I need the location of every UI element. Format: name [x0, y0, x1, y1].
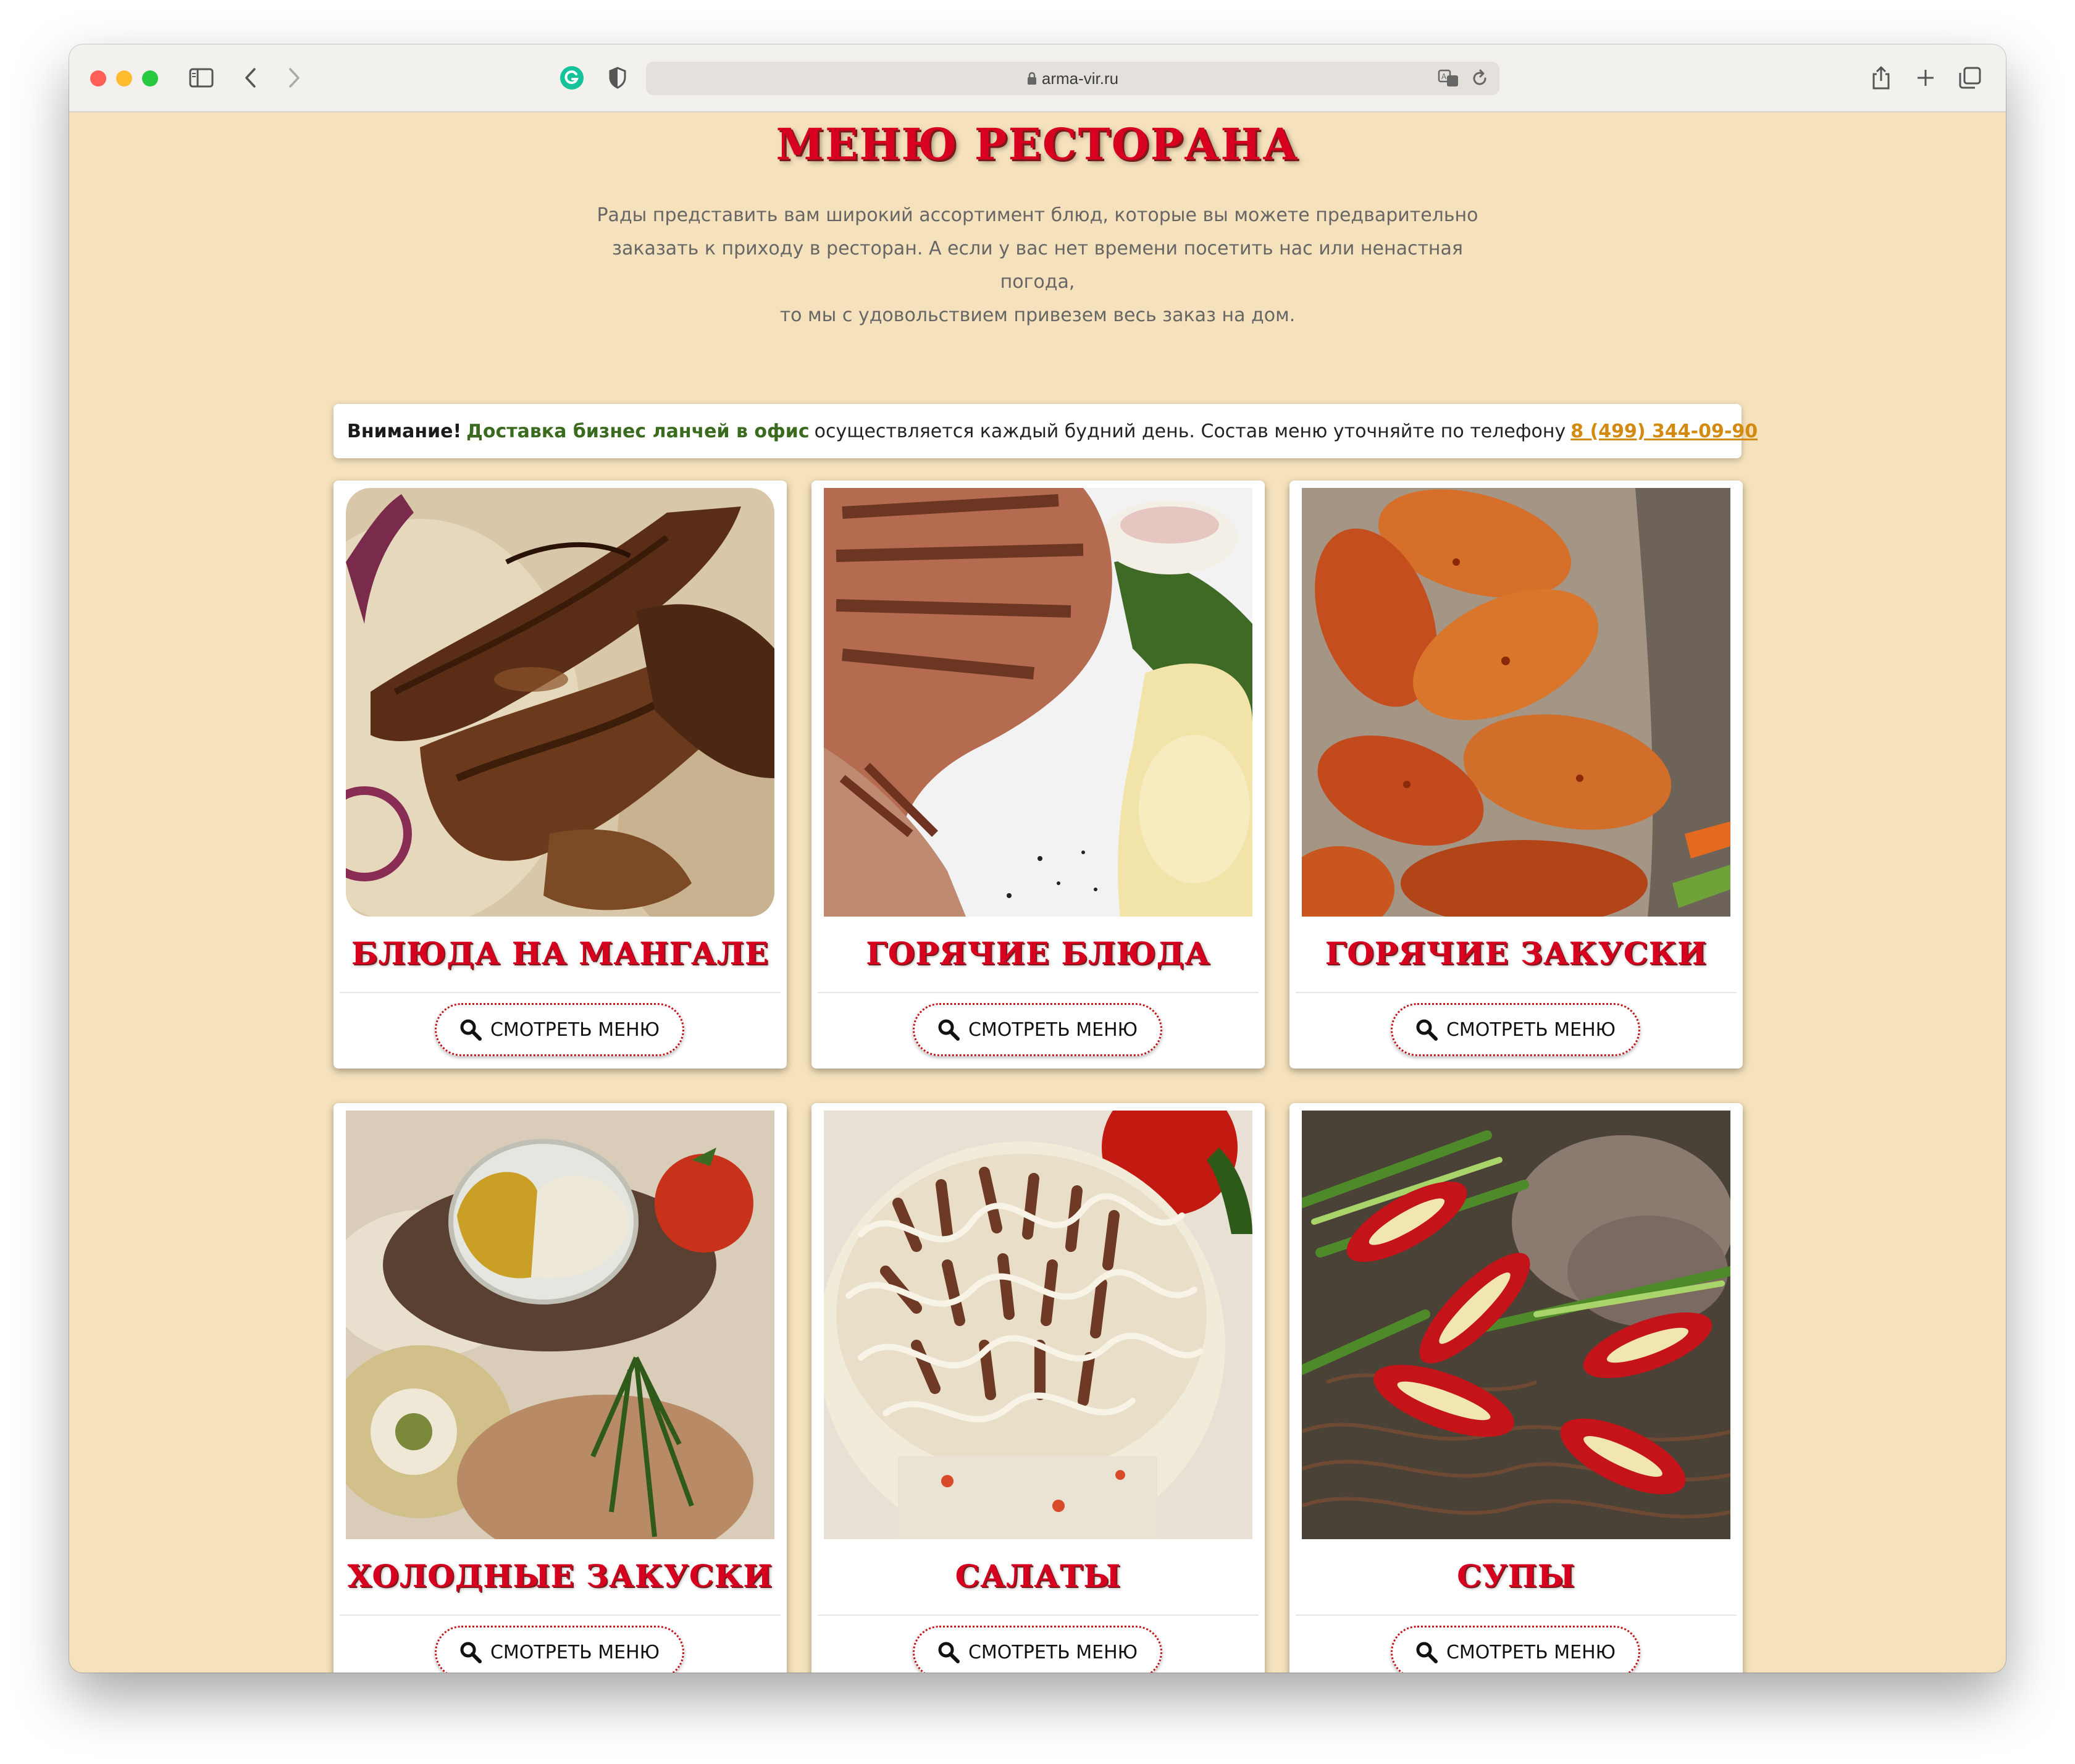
view-menu-label: СМОТРЕТЬ МЕНЮ [1446, 1018, 1616, 1041]
view-menu-button[interactable]: СМОТРЕТЬ МЕНЮ [1391, 1003, 1640, 1056]
card-title: ГОРЯЧИЕ ЗАКУСКИ [1325, 935, 1708, 972]
sidebar-toggle-icon[interactable] [187, 63, 216, 93]
notice-highlight: Доставка бизнес ланчей в офис [466, 420, 810, 442]
grammarly-extension-icon[interactable] [557, 63, 587, 93]
view-menu-label: СМОТРЕТЬ МЕНЮ [968, 1641, 1138, 1663]
soup-photo [1302, 1111, 1730, 1539]
card-title: ХОЛОДНЫЕ ЗАКУСКИ [347, 1558, 773, 1594]
menu-card: СУПЫ СМОТРЕТЬ МЕНЮ [1289, 1103, 1743, 1673]
card-divider [1296, 992, 1737, 993]
search-icon [938, 1642, 960, 1663]
view-menu-button[interactable]: СМОТРЕТЬ МЕНЮ [435, 1003, 684, 1056]
view-menu-label: СМОТРЕТЬ МЕНЮ [1446, 1641, 1616, 1663]
view-menu-button[interactable]: СМОТРЕТЬ МЕНЮ [913, 1003, 1162, 1056]
intro-line: Рады представить вам широкий ассортимент… [597, 204, 1478, 226]
reload-icon[interactable] [1471, 69, 1488, 90]
search-icon [938, 1019, 960, 1041]
view-menu-button[interactable]: СМОТРЕТЬ МЕНЮ [435, 1626, 684, 1673]
grilled-meat-photo [346, 488, 774, 917]
menu-card: ГОРЯЧИЕ ЗАКУСКИ СМОТРЕТЬ МЕНЮ [1289, 481, 1743, 1069]
menu-card: ХОЛОДНЫЕ ЗАКУСКИ СМОТРЕТЬ МЕНЮ [333, 1103, 787, 1673]
close-window-button[interactable] [90, 70, 106, 86]
search-icon [460, 1019, 482, 1041]
new-tab-plus-icon[interactable] [1911, 63, 1940, 93]
search-icon [1416, 1642, 1438, 1663]
card-divider [818, 1615, 1259, 1616]
back-arrow-icon[interactable] [236, 63, 266, 93]
card-divider [340, 992, 781, 993]
share-icon[interactable] [1866, 63, 1896, 93]
intro-line: то мы с удовольствием привезем весь зака… [779, 304, 1296, 326]
menu-card: ГОРЯЧИЕ БЛЮДА СМОТРЕТЬ МЕНЮ [811, 481, 1265, 1069]
privacy-shield-icon[interactable] [603, 63, 632, 93]
zoom-window-button[interactable] [142, 70, 158, 86]
view-menu-label: СМОТРЕТЬ МЕНЮ [968, 1018, 1138, 1041]
url-text: arma-vir.ru [1041, 69, 1119, 88]
card-title: СУПЫ [1457, 1558, 1575, 1594]
card-divider [1296, 1615, 1737, 1616]
search-icon [460, 1642, 482, 1663]
view-menu-label: СМОТРЕТЬ МЕНЮ [490, 1641, 660, 1663]
card-title: САЛАТЫ [955, 1558, 1121, 1594]
card-divider [340, 1615, 781, 1616]
notice-text: осуществляется каждый будний день. Соста… [814, 420, 1566, 442]
lock-icon [1027, 72, 1036, 85]
view-menu-label: СМОТРЕТЬ МЕНЮ [490, 1018, 660, 1041]
page-content: МЕНЮ РЕСТОРАНА Рады представить вам широ… [69, 112, 2006, 1673]
page-title: МЕНЮ РЕСТОРАНА [776, 119, 1299, 170]
search-icon [1416, 1019, 1438, 1041]
translate-icon[interactable]: A [1438, 68, 1460, 91]
card-title: ГОРЯЧИЕ БЛЮДА [866, 935, 1210, 972]
browser-window: arma-vir.ru A МЕНЮ РЕСТОРАНА Рады предст… [69, 44, 2006, 1673]
menu-card: БЛЮДА НА МАНГАЛЕ СМОТРЕТЬ МЕНЮ [333, 481, 787, 1069]
grilled-salmon-photo [824, 488, 1252, 917]
forward-arrow-icon[interactable] [279, 63, 309, 93]
svg-text:A: A [1441, 72, 1447, 81]
browser-toolbar: arma-vir.ru A [69, 44, 2006, 112]
phone-link[interactable]: 8 (499) 344-09-90 [1570, 421, 1758, 442]
cold-appetizers-photo [346, 1111, 774, 1539]
chicken-wings-photo [1302, 488, 1730, 917]
delivery-notice: Внимание! Доставка бизнес ланчей в офис … [333, 404, 1758, 458]
tab-overview-icon[interactable] [1955, 63, 1985, 93]
address-bar[interactable]: arma-vir.ru A [646, 62, 1499, 95]
salad-photo [824, 1111, 1252, 1539]
menu-card: САЛАТЫ СМОТРЕТЬ МЕНЮ [811, 1103, 1265, 1673]
card-divider [818, 992, 1259, 993]
intro-line: заказать к приходу в ресторан. А если у … [612, 238, 1463, 293]
notice-attention: Внимание! [347, 420, 462, 442]
view-menu-button[interactable]: СМОТРЕТЬ МЕНЮ [1391, 1626, 1640, 1673]
minimize-window-button[interactable] [116, 70, 132, 86]
view-menu-button[interactable]: СМОТРЕТЬ МЕНЮ [913, 1626, 1162, 1673]
card-title: БЛЮДА НА МАНГАЛЕ [351, 935, 769, 972]
intro-text: Рады представить вам широкий ассортимент… [576, 199, 1499, 332]
